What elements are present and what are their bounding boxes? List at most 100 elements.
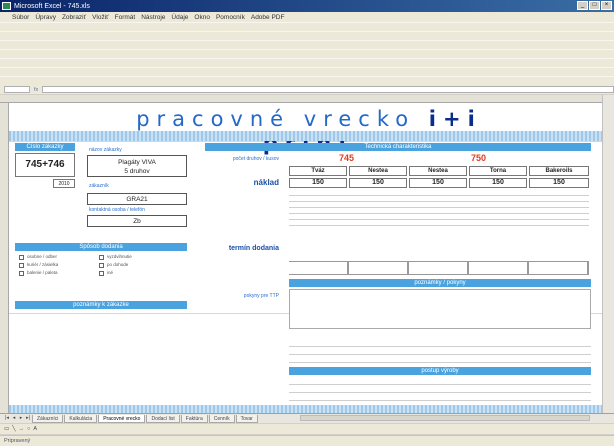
tab-dodaci-list[interactable]: Dodací list: [146, 414, 180, 423]
title-bar: Microsoft Excel - 745.xls _ □ ×: [0, 0, 614, 12]
menu-item-window[interactable]: Okno: [194, 14, 210, 21]
formatting-toolbar: [0, 31, 614, 40]
worksheet[interactable]: pracovné vrecko i+i print Číslo zákazky …: [9, 103, 602, 413]
checkbox-label-5: po dohode: [107, 262, 129, 267]
product-line-2: 5 druhov: [124, 168, 150, 175]
menu-item-format[interactable]: Formát: [115, 14, 136, 21]
col-header-5: Bakeroils: [529, 166, 589, 176]
tab-faktura[interactable]: Faktúra: [180, 414, 208, 423]
next-sheet-icon[interactable]: ▸: [18, 415, 24, 422]
draw-textbox-icon[interactable]: A: [33, 426, 37, 432]
draw-arrow-icon[interactable]: →: [19, 426, 25, 432]
tab-kalkulacia[interactable]: Kalkulácia: [64, 414, 98, 423]
first-sheet-icon[interactable]: |◂: [4, 415, 10, 422]
customer-field[interactable]: GRA21: [87, 193, 187, 205]
draw-shapes-icon[interactable]: ▭: [4, 426, 9, 432]
vertical-scrollbar[interactable]: [602, 95, 614, 413]
qty-label: náklad: [253, 178, 279, 187]
menu-item-view[interactable]: Zobraziť: [62, 14, 86, 21]
count-b: 750: [471, 153, 487, 163]
checkbox-label-3: balenie / paleta: [27, 270, 58, 275]
checkbox-1[interactable]: [19, 255, 24, 260]
col-header-4: Torna: [469, 166, 527, 176]
notes-header: poznámky / pokyny: [289, 279, 591, 287]
product-box[interactable]: Plagáty VIVA 5 druhov: [87, 155, 187, 177]
contact-label: kontaktná osoba / telefón: [89, 207, 145, 213]
menu-item-file[interactable]: Súbor: [12, 14, 29, 21]
checkbox-section-header: Spôsob dodania: [15, 243, 187, 251]
customer-label: zákazník: [89, 183, 109, 189]
col-header-3: Nestea: [409, 166, 467, 176]
fx-icon[interactable]: fx: [34, 87, 38, 93]
checkbox-3[interactable]: [19, 271, 24, 276]
bottom-band: [9, 405, 602, 413]
formula-bar: fx: [0, 85, 614, 94]
menu-item-adobe-pdf[interactable]: Adobe PDF: [251, 14, 285, 21]
drawing-toolbar-top: [0, 40, 614, 49]
status-header: postup výroby: [289, 367, 591, 375]
excel-window: Microsoft Excel - 745.xls _ □ × Súbor Úp…: [0, 0, 614, 446]
menu-item-data[interactable]: Údaje: [171, 14, 188, 21]
tab-tovar[interactable]: Tovar: [235, 414, 258, 423]
deadline-grid[interactable]: [289, 261, 589, 275]
deadline-label: termín dodania: [228, 245, 279, 252]
client-label: názov zákazky: [89, 147, 122, 153]
order-label: Číslo zákazky: [15, 143, 75, 151]
draw-line-icon[interactable]: ╲: [12, 426, 15, 432]
last-sheet-icon[interactable]: ▸|: [25, 415, 31, 422]
standard-toolbar: [0, 22, 614, 31]
order-number[interactable]: 745+746: [15, 153, 75, 177]
bottom-note-header: poznámky k zákazke: [15, 301, 187, 309]
technical-header: Technická charakteristika: [205, 143, 591, 151]
qty-2[interactable]: 150: [349, 178, 407, 188]
title-band: [9, 131, 602, 141]
product-line-1: Plagáty VIVA: [118, 159, 156, 166]
column-header[interactable]: [0, 95, 602, 103]
row-header[interactable]: [0, 103, 9, 413]
qty-5[interactable]: 150: [529, 178, 589, 188]
checkbox-6[interactable]: [99, 271, 104, 276]
minimize-button[interactable]: _: [577, 1, 588, 10]
ttp-label: pokyny pre TTP: [243, 293, 279, 299]
status-grid[interactable]: [289, 339, 591, 365]
count-label: počet druhov / kusov: [232, 156, 279, 162]
tab-zakaznici[interactable]: Zákazníci: [32, 414, 64, 423]
checkbox-label-4: vyzdvihnutie: [107, 254, 132, 259]
checkbox-label-2: kuriér / zásielka: [27, 262, 59, 267]
extra-toolbar: [0, 76, 614, 85]
horizontal-scrollbar[interactable]: [300, 415, 590, 421]
status-bar: Pripravený: [0, 435, 614, 446]
web-toolbar: [0, 67, 614, 76]
qty-4[interactable]: 150: [469, 178, 527, 188]
qty-1[interactable]: 150: [289, 178, 347, 188]
col-header-1: Tváz: [289, 166, 347, 176]
forms-toolbar: [0, 58, 614, 67]
drawing-toolbar: ▭ ╲ → ○ A: [0, 424, 614, 434]
menu-item-insert[interactable]: Vložiť: [92, 14, 109, 21]
window-title: Microsoft Excel - 745.xls: [14, 2, 90, 10]
menu-item-edit[interactable]: Úpravy: [35, 14, 56, 21]
draw-oval-icon[interactable]: ○: [27, 426, 30, 432]
notes-area[interactable]: [289, 289, 591, 329]
reviewing-toolbar: [0, 49, 614, 58]
maximize-button[interactable]: □: [589, 1, 600, 10]
menu-item-help[interactable]: Pomocník: [216, 14, 245, 21]
checkbox-label-1: osobne / odber: [27, 254, 58, 259]
checkbox-label-6: iné: [107, 270, 114, 275]
checkbox-4[interactable]: [99, 255, 104, 260]
prev-sheet-icon[interactable]: ◂: [11, 415, 17, 422]
checkbox-2[interactable]: [19, 263, 24, 268]
tab-cennik[interactable]: Cenník: [208, 414, 235, 423]
tab-pracovne-vrecko[interactable]: Pracovné vrecko: [98, 414, 146, 423]
checkbox-5[interactable]: [99, 263, 104, 268]
order-year[interactable]: 2010: [53, 179, 75, 188]
qty-3[interactable]: 150: [409, 178, 467, 188]
name-box[interactable]: [4, 86, 30, 93]
excel-app-icon: [2, 2, 11, 10]
menu-item-tools[interactable]: Nástroje: [141, 14, 165, 21]
formula-input[interactable]: [42, 86, 614, 93]
contact-field[interactable]: Zb: [87, 215, 187, 227]
close-button[interactable]: ×: [601, 1, 612, 10]
detail-grid[interactable]: [289, 190, 589, 226]
col-header-2: Nestea: [349, 166, 407, 176]
